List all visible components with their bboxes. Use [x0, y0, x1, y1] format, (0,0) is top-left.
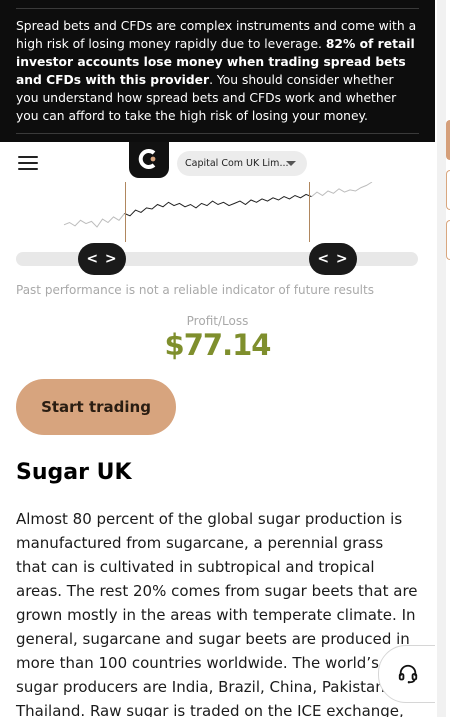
entity-select-label: Capital Com UK Lim... [185, 158, 289, 169]
caret-down-icon [286, 161, 296, 166]
chart-line-after [311, 181, 373, 197]
headset-icon [398, 664, 417, 684]
entity-select[interactable]: Capital Com UK Lim... [177, 151, 307, 176]
banner-top-rule [16, 8, 419, 9]
logo-mark [138, 149, 156, 169]
page: < > < > Past performance is not a reliab… [0, 0, 435, 717]
side-tab-1[interactable] [446, 120, 450, 160]
article-title: Sugar UK [16, 460, 132, 485]
banner-bottom-rule [16, 133, 419, 134]
start-trading-button[interactable]: Start trading [16, 379, 176, 435]
support-button[interactable] [378, 645, 435, 703]
selection-end-line [309, 182, 310, 242]
capital-com-logo[interactable] [129, 140, 169, 178]
scroll-track[interactable] [437, 0, 446, 717]
profit-loss-value: $77.14 [164, 328, 272, 362]
risk-warning-banner: Spread bets and CFDs are complex instrum… [0, 0, 435, 142]
scrollbar[interactable] [435, 0, 450, 717]
chart-line-selected [124, 193, 312, 217]
range-end-handle[interactable]: < > [309, 243, 357, 275]
range-start-handle[interactable]: < > [78, 243, 126, 275]
article-body: Almost 80 percent of the global sugar pr… [16, 510, 418, 717]
side-tab-3[interactable] [446, 220, 450, 260]
past-performance-disclaimer: Past performance is not a reliable indic… [16, 283, 374, 297]
range-slider-track[interactable] [16, 252, 418, 266]
chart-line-before [63, 213, 125, 228]
profit-loss-label: Profit/Loss [186, 314, 249, 328]
selection-start-line [125, 182, 126, 242]
risk-warning-text: Spread bets and CFDs are complex instrum… [16, 17, 419, 125]
hamburger-icon[interactable] [18, 156, 38, 170]
side-tab-2[interactable] [446, 170, 450, 210]
